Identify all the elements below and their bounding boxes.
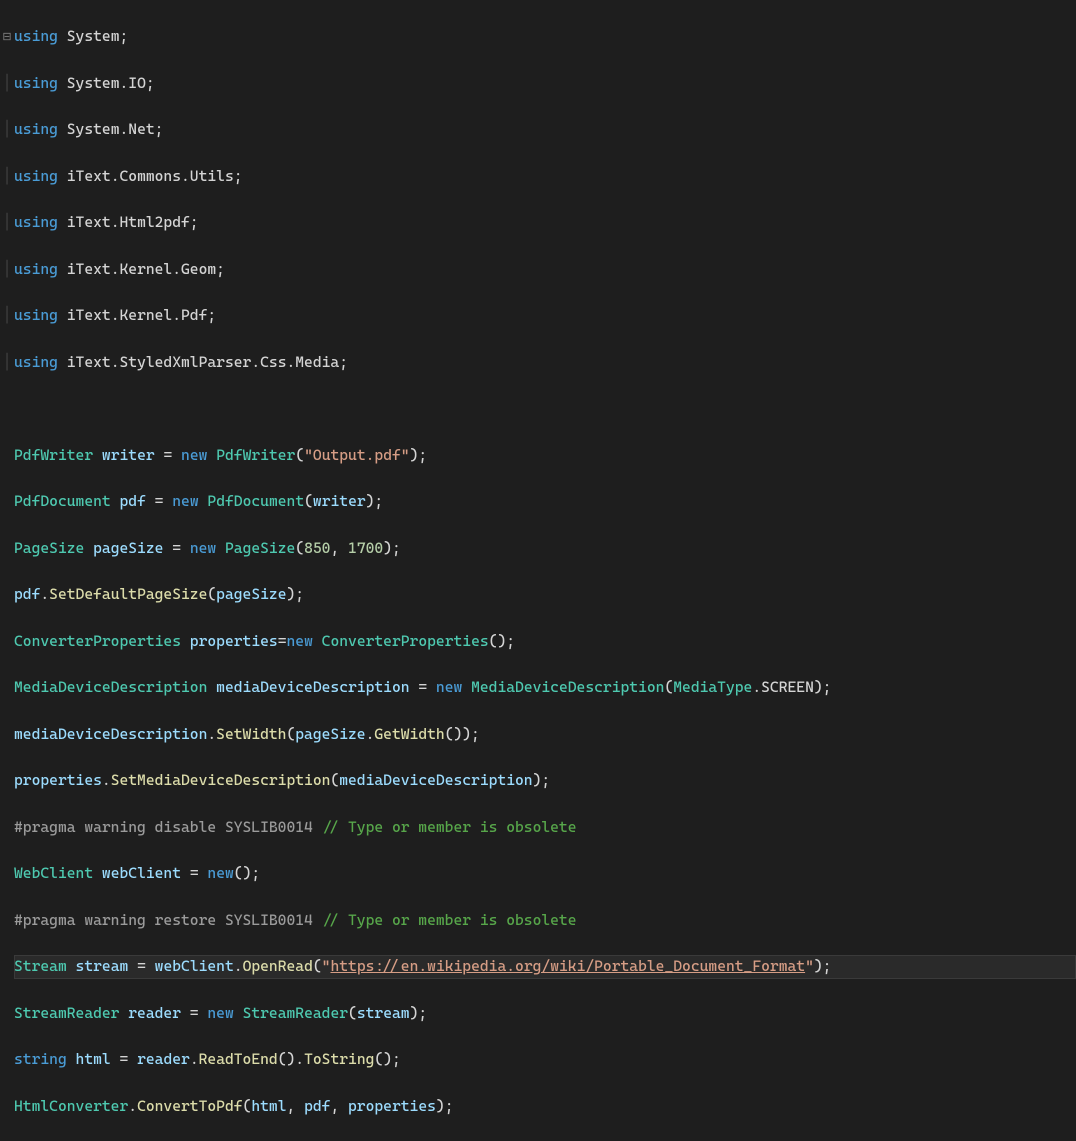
type-pdfwriter: PdfWriter (14, 446, 93, 464)
keyword-using: using (14, 27, 58, 45)
pragma-disable: #pragma warning disable SYSLIB0014 (14, 818, 313, 836)
highlighted-line: Stream stream = webClient.OpenRead("http… (0, 955, 1076, 978)
namespace: System (67, 27, 120, 45)
pragma-restore: #pragma warning restore SYSLIB0014 (14, 911, 313, 929)
fold-toggle[interactable]: ⊟ (0, 25, 14, 48)
url-link[interactable]: https://en.wikipedia.org/wiki/Portable_D… (330, 957, 805, 975)
code-editor[interactable]: ⊟using System; │using System.IO; │using … (0, 0, 1076, 1141)
